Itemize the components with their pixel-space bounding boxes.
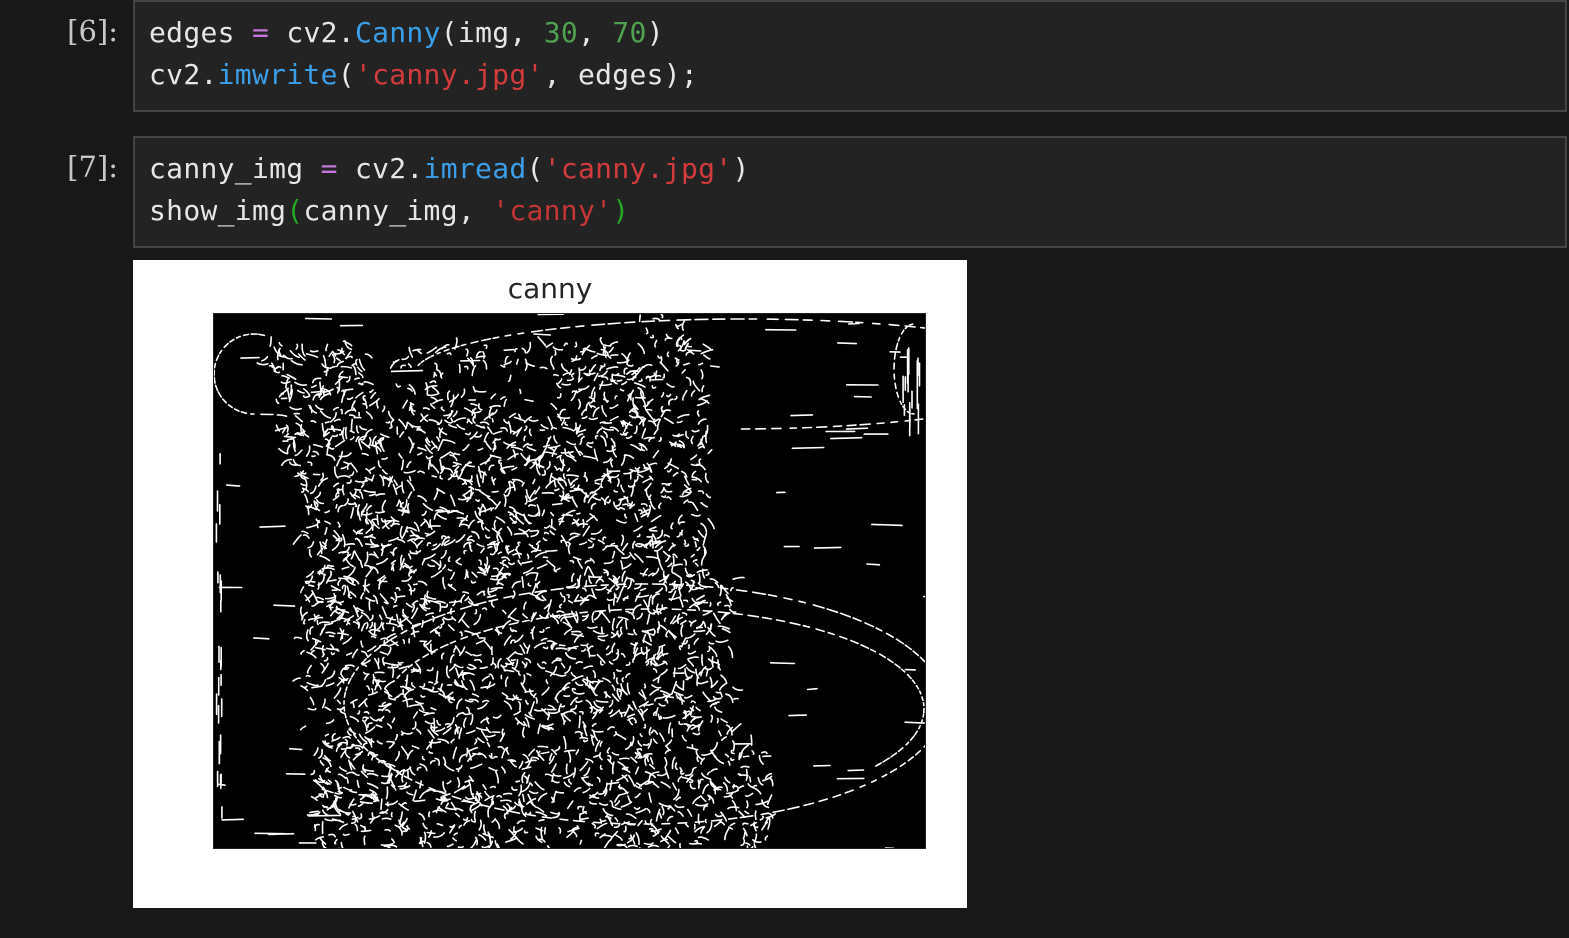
code-cell-6: [6]: edges = cv2.Canny(img, 30, 70) cv2.…: [0, 0, 1569, 112]
code-editor[interactable]: canny_img = cv2.imread('canny.jpg') show…: [133, 136, 1567, 248]
execution-count: [6]:: [67, 14, 118, 48]
code-line: cv2.imwrite('canny.jpg', edges);: [149, 58, 699, 91]
canny-edge-image: [213, 313, 926, 849]
code-editor[interactable]: edges = cv2.Canny(img, 30, 70) cv2.imwri…: [133, 0, 1567, 112]
code-line: show_img(canny_img, 'canny'): [149, 194, 630, 227]
code-line: edges = cv2.Canny(img, 30, 70): [149, 16, 664, 49]
plot-title: canny: [507, 272, 593, 305]
cell-output-image: canny: [133, 260, 967, 908]
code-cell-7: [7]: canny_img = cv2.imread('canny.jpg')…: [0, 136, 1569, 248]
execution-count: [7]:: [67, 150, 118, 184]
code-line: canny_img = cv2.imread('canny.jpg'): [149, 152, 750, 185]
